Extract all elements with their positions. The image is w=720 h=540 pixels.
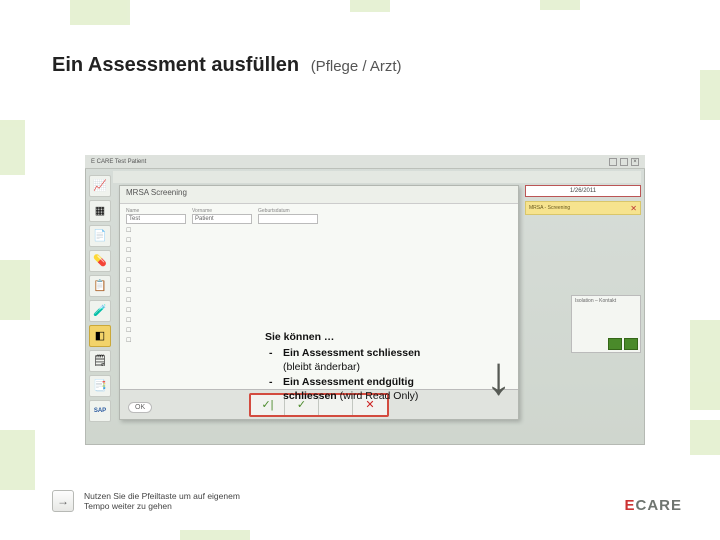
callout-item2-note: (wird Read Only) bbox=[340, 390, 419, 402]
question-row[interactable] bbox=[126, 316, 512, 326]
toolbar-btn-7[interactable]: ◧ bbox=[89, 325, 111, 347]
down-arrow-icon: ↓ bbox=[485, 345, 512, 407]
brand-e: E bbox=[624, 497, 635, 514]
toolbar-btn-5[interactable]: 📋 bbox=[89, 275, 111, 297]
alert-text: MRSA - Screening bbox=[529, 205, 570, 211]
brand-logo: ECARE bbox=[624, 497, 682, 514]
toolbar-btn-4[interactable]: 💊 bbox=[89, 250, 111, 272]
app-screenshot: E CARE Test Patient × 📈 ▦ 📄 💊 📋 🧪 ◧ 🗒 📑 … bbox=[85, 155, 645, 445]
title-subtitle: (Pflege / Arzt) bbox=[311, 58, 402, 75]
toolbar-btn-1[interactable]: 📈 bbox=[89, 175, 111, 197]
close-icon[interactable]: × bbox=[631, 158, 639, 166]
clip-icon: 📋 bbox=[93, 281, 107, 292]
side-peek: Isolation – Kontakt bbox=[571, 295, 641, 353]
callout-item-2: - Ein Assessment endgültig schliessen (w… bbox=[269, 375, 490, 403]
toolbar-btn-2[interactable]: ▦ bbox=[89, 200, 111, 222]
date-field[interactable]: 1/26/2011 bbox=[525, 185, 641, 197]
square-icon: ◧ bbox=[95, 331, 105, 342]
hint-text: Nutzen Sie die Pfeiltaste um auf eigenem… bbox=[84, 491, 254, 511]
title-text: Ein Assessment ausfüllen bbox=[52, 54, 299, 76]
nav-hint: → Nutzen Sie die Pfeiltaste um auf eigen… bbox=[52, 490, 254, 512]
slide-title: Ein Assessment ausfüllen (Pflege / Arzt) bbox=[52, 54, 402, 77]
question-row[interactable] bbox=[126, 256, 512, 266]
callout-lead: Sie können … bbox=[265, 330, 490, 344]
callout-item1-note: (bleibt änderbar) bbox=[283, 361, 360, 373]
confirm-tile-icon[interactable] bbox=[608, 338, 622, 350]
question-row[interactable] bbox=[126, 226, 512, 236]
app-ribbon bbox=[113, 171, 641, 183]
pill-icon: 💊 bbox=[93, 256, 107, 267]
input-name[interactable]: Test bbox=[126, 214, 186, 224]
panel-title: MRSA Screening bbox=[120, 186, 518, 204]
callout-item2b: schliessen bbox=[283, 390, 337, 402]
side-peek-header: Isolation – Kontakt bbox=[572, 296, 640, 306]
question-row[interactable] bbox=[126, 296, 512, 306]
side-peek-row bbox=[572, 336, 640, 352]
explainer-callout: Sie können … - Ein Assessment schliessen… bbox=[265, 330, 490, 403]
note-icon: 🗒 bbox=[93, 356, 107, 367]
question-row[interactable] bbox=[126, 286, 512, 296]
ok-indicator: OK bbox=[128, 402, 152, 413]
toolbar-btn-8[interactable]: 🗒 bbox=[89, 350, 111, 372]
input-birth[interactable] bbox=[258, 214, 318, 224]
toolbar-btn-sap[interactable]: SAP bbox=[89, 400, 111, 422]
question-row[interactable] bbox=[126, 266, 512, 276]
toolbar-btn-3[interactable]: 📄 bbox=[89, 225, 111, 247]
graph-icon: 📈 bbox=[93, 181, 107, 192]
lab-icon: 🧪 bbox=[93, 306, 107, 317]
doc-icon: 📄 bbox=[93, 231, 107, 242]
app-titlebar: E CARE Test Patient × bbox=[85, 155, 645, 169]
callout-item1-title: Ein Assessment schliessen bbox=[283, 347, 420, 359]
question-row[interactable] bbox=[126, 236, 512, 246]
alert-close-icon[interactable]: ✕ bbox=[630, 204, 637, 213]
confirm-tile-icon[interactable] bbox=[624, 338, 638, 350]
arrow-right-key-icon: → bbox=[52, 490, 74, 512]
field-firstname: Vorname Patient bbox=[192, 208, 252, 224]
doc2-icon: 📑 bbox=[93, 381, 107, 392]
question-row[interactable] bbox=[126, 246, 512, 256]
window-controls: × bbox=[609, 158, 639, 166]
maximize-icon[interactable] bbox=[620, 158, 628, 166]
callout-item-1: - Ein Assessment schliessen (bleibt ände… bbox=[269, 346, 490, 374]
left-toolbar: 📈 ▦ 📄 💊 📋 🧪 ◧ 🗒 📑 SAP bbox=[89, 175, 113, 422]
field-name: Name Test bbox=[126, 208, 186, 224]
question-row[interactable] bbox=[126, 276, 512, 286]
callout-item2a: Ein Assessment endgültig bbox=[283, 376, 414, 388]
titlebar-left: E CARE Test Patient bbox=[91, 159, 146, 165]
question-row[interactable] bbox=[126, 306, 512, 316]
grid-icon: ▦ bbox=[95, 206, 105, 217]
brand-rest: CARE bbox=[635, 497, 682, 514]
toolbar-btn-9[interactable]: 📑 bbox=[89, 375, 111, 397]
field-birth: Geburtsdatum bbox=[258, 208, 318, 224]
panel-fields: Name Test Vorname Patient Geburtsdatum bbox=[120, 204, 518, 228]
input-firstname[interactable]: Patient bbox=[192, 214, 252, 224]
minimize-icon[interactable] bbox=[609, 158, 617, 166]
side-panel: 1/26/2011 MRSA - Screening ✕ bbox=[525, 185, 641, 255]
toolbar-btn-6[interactable]: 🧪 bbox=[89, 300, 111, 322]
alert-strip[interactable]: MRSA - Screening ✕ bbox=[525, 201, 641, 215]
